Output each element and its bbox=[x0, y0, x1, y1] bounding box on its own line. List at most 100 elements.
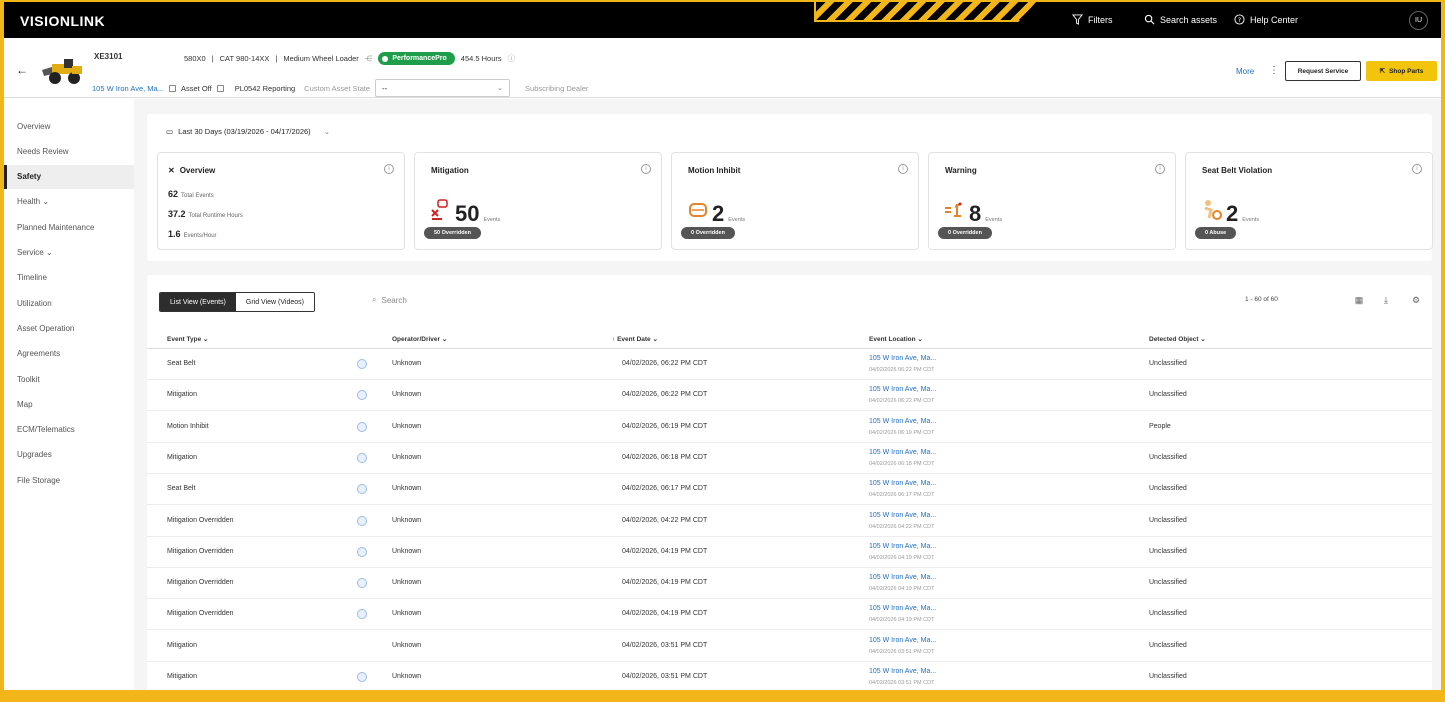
list-view-button[interactable]: List View (Events) bbox=[160, 293, 236, 311]
sidebar-item[interactable]: Service ⌄ bbox=[4, 241, 134, 265]
table-row[interactable]: Motion Inhibit Unknown 04/02/2026, 06:19 P… bbox=[147, 412, 1432, 443]
video-icon[interactable] bbox=[357, 484, 367, 495]
table-row[interactable]: Mitigation Unknown 04/02/2026, 06:22 PM CD… bbox=[147, 380, 1432, 412]
share-icon[interactable]: ⋲ bbox=[365, 54, 373, 63]
table-row[interactable]: Mitigation Unknown 04/02/2026, 03:51 PM CD… bbox=[147, 662, 1432, 693]
sidebar-item[interactable]: Asset Operation bbox=[4, 316, 134, 340]
table-row[interactable]: Seat Belt Unknown 04/02/2026, 06:22 PM CDT… bbox=[147, 349, 1432, 380]
info-icon[interactable]: i bbox=[384, 164, 394, 174]
video-icon[interactable] bbox=[357, 546, 367, 557]
sidebar-item[interactable]: Health ⌄ bbox=[4, 190, 134, 214]
video-icon[interactable] bbox=[357, 421, 367, 432]
sidebar-item[interactable]: Overview bbox=[4, 114, 134, 138]
custom-state-select[interactable]: -- ⌄ bbox=[375, 79, 511, 97]
info-icon[interactable]: ⓘ bbox=[508, 53, 516, 64]
mitigation-card[interactable]: Mitigation i 50 Events 50 Overridden bbox=[414, 152, 662, 250]
search-assets-button[interactable]: Search assets bbox=[1144, 14, 1217, 25]
asset-serial: 580X0 bbox=[184, 54, 206, 63]
event-location-link[interactable]: 105 W Iron Ave, Ma... bbox=[869, 574, 936, 581]
sidebar-item[interactable]: Timeline bbox=[4, 266, 134, 290]
overridden-pill[interactable]: 0 Overridden bbox=[938, 227, 992, 239]
download-icon[interactable]: ⤓ bbox=[1379, 293, 1393, 307]
sidebar-item[interactable]: Agreements bbox=[4, 342, 134, 366]
video-icon[interactable] bbox=[357, 359, 367, 369]
events-search-input[interactable]: ⌕ Search bbox=[372, 295, 407, 305]
event-location-link[interactable]: 105 W Iron Ave, Ma... bbox=[869, 668, 936, 675]
event-location-link[interactable]: 105 W Iron Ave, Ma... bbox=[869, 418, 936, 425]
column-header-event-type[interactable]: Event Type ⌄ bbox=[167, 335, 208, 343]
sidebar-item[interactable]: Upgrades bbox=[4, 443, 134, 467]
sidebar-item[interactable]: Safety bbox=[4, 164, 134, 189]
table-row[interactable]: Mitigation Overridden Unknown 04/02/2026, … bbox=[147, 568, 1432, 600]
card-value: 2 bbox=[1226, 201, 1239, 226]
event-location-link[interactable]: 105 W Iron Ave, Ma... bbox=[869, 480, 936, 487]
column-header-operator[interactable]: Operator/Driver ⌄ bbox=[392, 335, 447, 343]
video-icon[interactable] bbox=[357, 578, 367, 589]
motion-inhibit-count: 2 Events bbox=[712, 201, 745, 227]
event-location-link[interactable]: 105 W Iron Ave, Ma... bbox=[869, 605, 936, 612]
user-avatar[interactable]: IU bbox=[1409, 11, 1428, 30]
info-icon[interactable]: i bbox=[1155, 164, 1165, 174]
event-location-link[interactable]: 105 W Iron Ave, Ma... bbox=[869, 512, 936, 519]
sidebar-item[interactable]: Toolkit bbox=[4, 367, 134, 391]
sidebar-item[interactable]: ECM/Telematics bbox=[4, 418, 134, 442]
column-header-event-location[interactable]: Event Location ⌄ bbox=[869, 335, 923, 343]
info-icon[interactable]: i bbox=[641, 164, 651, 174]
asset-hours: 454.5 Hours bbox=[460, 54, 502, 63]
video-icon[interactable] bbox=[357, 515, 367, 526]
filters-button[interactable]: Filters bbox=[1072, 14, 1113, 25]
column-header-detected-object[interactable]: Detected Object ⌄ bbox=[1149, 335, 1206, 343]
event-location-link[interactable]: 105 W Iron Ave, Ma... bbox=[869, 543, 936, 550]
event-location-link[interactable]: 105 W Iron Ave, Ma... bbox=[869, 637, 936, 644]
event-location-link[interactable]: 105 W Iron Ave, Ma... bbox=[869, 449, 936, 456]
event-location-link[interactable]: 105 W Iron Ave, Ma... bbox=[869, 386, 936, 393]
seat-belt-violation-card[interactable]: Seat Belt Violation i 2 Events 0 Abuse bbox=[1185, 152, 1433, 250]
asset-header: ← XE3101 580X0 | CAT 980-14XX | Medium W… bbox=[4, 38, 1441, 98]
shop-parts-button[interactable]: ⇱ Shop Parts bbox=[1366, 61, 1437, 81]
abuse-pill[interactable]: 0 Abuse bbox=[1195, 227, 1237, 239]
events-panel: List View (Events) Grid View (Videos) ⌕ … bbox=[147, 275, 1432, 695]
date-range-selector[interactable]: ▭ Last 30 Days (03/19/2026 - 04/17/2026)… bbox=[166, 127, 330, 136]
info-icon[interactable]: i bbox=[898, 164, 908, 174]
event-location-link[interactable]: 105 W Iron Ave, Ma... bbox=[869, 355, 936, 362]
table-row[interactable]: Mitigation Overridden Unknown 04/02/2026, … bbox=[147, 537, 1432, 568]
overridden-pill[interactable]: 50 Overridden bbox=[424, 227, 481, 239]
request-service-button[interactable]: Request Service bbox=[1285, 61, 1361, 81]
table-row[interactable]: Mitigation Unknown 04/02/2026, 03:51 PM CD… bbox=[147, 631, 1432, 662]
kebab-menu-icon[interactable]: ⋮ bbox=[1269, 65, 1279, 76]
overridden-pill[interactable]: 0 Overridden bbox=[681, 227, 735, 239]
detected-object-cell: Unclassified bbox=[1149, 641, 1187, 649]
copy-icon[interactable] bbox=[216, 84, 224, 92]
table-row[interactable]: Mitigation Unknown 04/02/2026, 06:18 PM CD… bbox=[147, 443, 1432, 474]
video-icon[interactable] bbox=[357, 672, 367, 682]
event-location-time: 04/02/2026 06:22 PM CDT bbox=[869, 398, 935, 405]
table-row[interactable]: Mitigation Overridden Unknown 04/02/2026, … bbox=[147, 599, 1432, 631]
sidebar-item[interactable]: Utilization bbox=[4, 291, 134, 315]
back-arrow-icon[interactable]: ← bbox=[14, 62, 30, 78]
sidebar-item[interactable]: File Storage bbox=[4, 468, 134, 492]
sidebar-item[interactable]: Planned Maintenance bbox=[4, 215, 134, 239]
custom-state-value: -- bbox=[382, 83, 388, 93]
copy-icon[interactable] bbox=[168, 84, 176, 92]
video-icon[interactable] bbox=[357, 390, 367, 401]
motion-inhibit-card[interactable]: Motion Inhibit i 2 Events 0 Overridden bbox=[671, 152, 919, 250]
table-row[interactable]: Seat Belt Unknown 04/02/2026, 06:17 PM CDT… bbox=[147, 474, 1432, 506]
table-row[interactable]: Mitigation Overridden Unknown 04/02/2026, … bbox=[147, 506, 1432, 537]
help-center-button[interactable]: ? Help Center bbox=[1234, 14, 1298, 25]
visionlink-logo[interactable]: VISIONLINK bbox=[20, 13, 105, 29]
sidebar-item[interactable]: Map bbox=[4, 392, 134, 416]
video-icon[interactable] bbox=[357, 452, 367, 463]
asset-location-link[interactable]: 105 W Iron Ave, Ma... bbox=[92, 84, 164, 93]
column-header-event-date[interactable]: ↑ Event Date ⌄ bbox=[612, 335, 658, 343]
mitigation-count: 50 Events bbox=[455, 201, 500, 227]
grid-view-button[interactable]: Grid View (Videos) bbox=[235, 293, 314, 311]
info-icon[interactable]: i bbox=[1412, 164, 1422, 174]
sidebar-item[interactable]: Needs Review bbox=[4, 139, 134, 163]
warning-card[interactable]: Warning i 8 Events 0 Overridden bbox=[928, 152, 1176, 250]
video-icon[interactable] bbox=[357, 609, 367, 620]
column-chooser-icon[interactable]: ▦ bbox=[1352, 293, 1366, 307]
overview-card-title: ✕ Overview bbox=[168, 166, 215, 175]
event-location-time: 04/02/2026 04:19 PM CDT bbox=[869, 617, 935, 624]
more-link[interactable]: More bbox=[1236, 67, 1254, 76]
settings-gear-icon[interactable]: ⚙ bbox=[1409, 293, 1423, 307]
